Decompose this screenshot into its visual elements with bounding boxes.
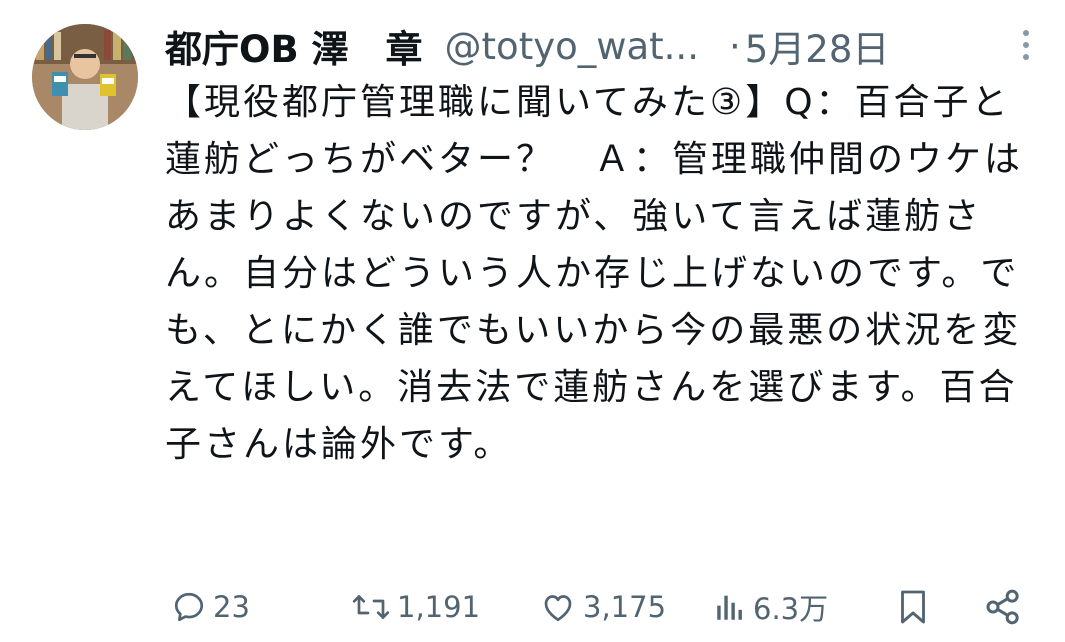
more-options-icon[interactable] xyxy=(1018,30,1034,66)
heart-icon xyxy=(544,595,572,622)
author-display-name[interactable]: 都庁OB 澤 章 xyxy=(165,19,423,73)
views-icon xyxy=(717,595,742,620)
retweet-count: 1,191 xyxy=(397,590,481,624)
views-count: 6.3万 xyxy=(753,592,829,626)
share-icon xyxy=(986,589,1019,625)
tweet-text: 【現役都庁管理職に聞いてみた③】Q：百合子と蓮舫どっちがベター？ Ａ：管理職仲間… xyxy=(165,82,1024,465)
author-handle[interactable]: @totyo_wat... xyxy=(445,25,699,68)
bookmark-icon xyxy=(901,590,925,624)
action-bar: 23 1,191 3,175 6.3万 xyxy=(165,580,1045,634)
separator-dot: · xyxy=(728,24,741,68)
tweet: 都庁OB 澤 章 @totyo_wat... · 5月28日 【現役都庁管理職に… xyxy=(0,0,1065,642)
like-count: 3,175 xyxy=(583,590,667,624)
like-button[interactable]: 3,175 xyxy=(539,580,666,634)
retweet-button[interactable]: 1,191 xyxy=(351,580,480,634)
avatar[interactable] xyxy=(32,24,138,130)
retweet-icon xyxy=(352,595,390,619)
share-button[interactable] xyxy=(983,580,1023,634)
avatar-image xyxy=(32,24,138,130)
tweet-date[interactable]: 5月28日 xyxy=(745,19,890,73)
bookmark-button[interactable] xyxy=(895,580,931,634)
reply-icon xyxy=(174,592,204,622)
tweet-header: 都庁OB 澤 章 @totyo_wat... · 5月28日 xyxy=(165,18,1045,74)
reply-count: 23 xyxy=(213,590,250,624)
views-button[interactable]: 6.3万 xyxy=(713,580,828,634)
reply-button[interactable]: 23 xyxy=(171,580,250,634)
